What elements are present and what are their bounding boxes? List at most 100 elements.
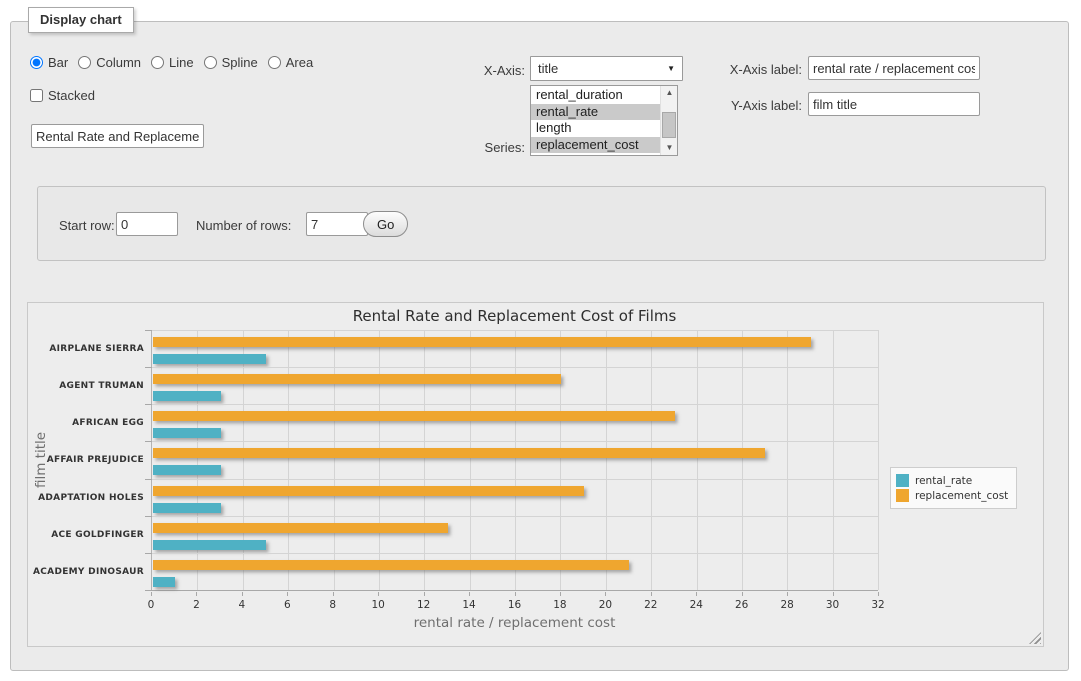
chart-legend: rental_rate replacement_cost (890, 467, 1017, 509)
series-listbox-scrollbar[interactable]: ▲ ▼ (660, 86, 677, 155)
chart-row: AFRICAN EGG (152, 404, 878, 441)
x-axis-tick (515, 592, 516, 596)
x-axis-tick (287, 592, 288, 596)
bar-rental_rate (153, 428, 221, 438)
x-axis-tick-label: 30 (826, 599, 839, 611)
series-listbox[interactable]: rental_durationrental_ratelengthreplacem… (530, 85, 678, 156)
chart-type-radio-area[interactable]: Area (268, 55, 313, 70)
row-range-panel: Start row: Number of rows: Go (37, 186, 1046, 261)
chart-type-radio-column[interactable]: Column (78, 55, 141, 70)
scroll-up-icon[interactable]: ▲ (661, 86, 678, 100)
x-axis-tick-label: 4 (239, 599, 246, 611)
chart-type-radio-input-bar[interactable] (30, 56, 43, 69)
scrollbar-thumb[interactable] (662, 112, 676, 138)
chart-type-radio-input-column[interactable] (78, 56, 91, 69)
x-axis-tick (696, 592, 697, 596)
bar-replacement_cost (153, 411, 675, 421)
x-axis-label-input[interactable] (808, 56, 980, 80)
x-axis-tick-label: 32 (871, 599, 884, 611)
x-axis-tick-label: 22 (644, 599, 657, 611)
legend-item-rental_rate: rental_rate (896, 474, 1008, 487)
chart-title-input[interactable] (31, 124, 204, 148)
bar-replacement_cost (153, 337, 811, 347)
chart-row: ACE GOLDFINGER (152, 516, 878, 553)
chart-type-radio-label: Area (286, 55, 313, 70)
chart-type-radio-group: Bar Column Line Spline Area (30, 55, 323, 72)
x-axis-select-value: title (538, 61, 558, 76)
category-label: AGENT TRUMAN (22, 381, 144, 391)
fieldset-legend-title: Display chart (28, 7, 134, 33)
y-axis-tick (145, 553, 152, 554)
x-axis-tick (651, 592, 652, 596)
chart-type-radio-label: Line (169, 55, 194, 70)
x-axis-tick (560, 592, 561, 596)
chart-row: ADAPTATION HOLES (152, 479, 878, 516)
chart-type-radio-spline[interactable]: Spline (204, 55, 258, 70)
x-axis-tick-label: 10 (372, 599, 385, 611)
category-label: ACE GOLDFINGER (22, 530, 144, 540)
legend-swatch-replacement_cost (896, 489, 909, 502)
y-axis-tick (145, 330, 152, 331)
number-of-rows-input[interactable] (306, 212, 368, 236)
y-axis-label-input[interactable] (808, 92, 980, 116)
y-axis-tick (145, 479, 152, 480)
x-axis-tick-label: 28 (780, 599, 793, 611)
dropdown-arrow-icon: ▼ (667, 65, 675, 73)
x-axis-tick (605, 592, 606, 596)
resize-grip-icon[interactable] (1029, 632, 1041, 644)
x-axis-tick (196, 592, 197, 596)
stacked-checkbox-label[interactable]: Stacked (30, 88, 95, 103)
y-axis-label-field-label: Y-Axis label: (690, 98, 802, 113)
page: Display chart Bar Column Line Spline Area St… (0, 0, 1081, 681)
x-axis-tick-label: 26 (735, 599, 748, 611)
stacked-checkbox[interactable] (30, 89, 43, 102)
scroll-down-icon[interactable]: ▼ (661, 141, 678, 155)
x-axis-tick-label: 14 (462, 599, 475, 611)
x-axis-tick (333, 592, 334, 596)
category-label: ACADEMY DINOSAUR (22, 567, 144, 577)
legend-swatch-rental_rate (896, 474, 909, 487)
x-axis-tick-label: 0 (148, 599, 155, 611)
chart-title: Rental Rate and Replacement Cost of Film… (151, 307, 878, 325)
chart-type-radio-input-area[interactable] (268, 56, 281, 69)
x-axis-tick (742, 592, 743, 596)
series-option-replacement_cost[interactable]: replacement_cost (531, 137, 660, 154)
y-axis-tick (145, 441, 152, 442)
start-row-label: Start row: (59, 218, 115, 233)
series-option-length[interactable]: length (531, 120, 660, 137)
chart-row: AFFAIR PREJUDICE (152, 441, 878, 478)
series-option-rental_rate[interactable]: rental_rate (531, 104, 660, 121)
bar-replacement_cost (153, 374, 561, 384)
legend-item-replacement_cost: replacement_cost (896, 489, 1008, 502)
y-axis-tick (145, 516, 152, 517)
chart-type-radio-bar[interactable]: Bar (30, 55, 68, 70)
bar-rental_rate (153, 354, 266, 364)
chart-type-radio-line[interactable]: Line (151, 55, 194, 70)
chart-type-radio-label: Column (96, 55, 141, 70)
bar-rental_rate (153, 503, 221, 513)
x-axis-select[interactable]: title ▼ (530, 56, 683, 81)
x-axis-tick (787, 592, 788, 596)
chart-type-radio-label: Bar (48, 55, 68, 70)
bar-rental_rate (153, 391, 221, 401)
x-axis-tick (378, 592, 379, 596)
series-option-rental_duration[interactable]: rental_duration (531, 87, 660, 104)
bar-rental_rate (153, 540, 266, 550)
x-axis-tick-label: 20 (599, 599, 612, 611)
chart-row: ACADEMY DINOSAUR (152, 553, 878, 590)
y-axis-title: film title (33, 410, 51, 510)
chart-row: AIRPLANE SIERRA (152, 330, 878, 367)
bar-rental_rate (153, 465, 221, 475)
chart-type-radio-input-line[interactable] (151, 56, 164, 69)
chart-container: Rental Rate and Replacement Cost of Film… (27, 302, 1044, 647)
legend-label: replacement_cost (915, 490, 1008, 502)
bar-rental_rate (153, 577, 175, 587)
bar-replacement_cost (153, 448, 765, 458)
series-options: rental_durationrental_ratelengthreplacem… (531, 87, 660, 153)
chart-type-radio-input-spline[interactable] (204, 56, 217, 69)
x-axis-tick-label: 16 (508, 599, 521, 611)
bar-replacement_cost (153, 523, 448, 533)
start-row-input[interactable] (116, 212, 178, 236)
x-axis-tick (833, 592, 834, 596)
go-button[interactable]: Go (363, 211, 408, 237)
